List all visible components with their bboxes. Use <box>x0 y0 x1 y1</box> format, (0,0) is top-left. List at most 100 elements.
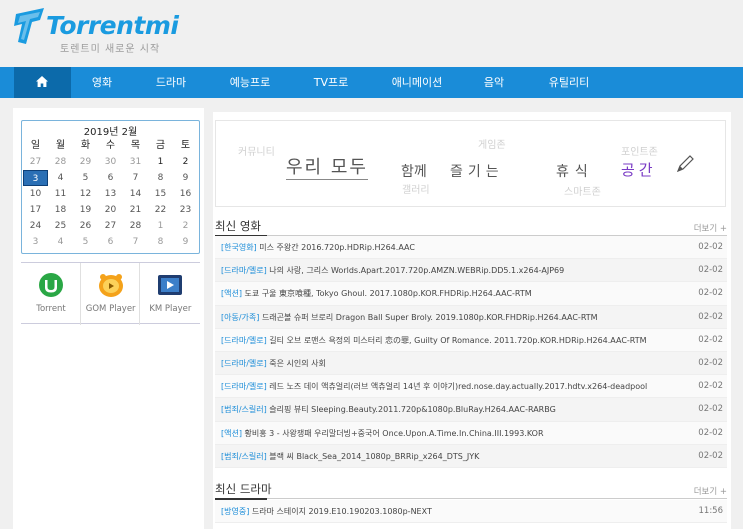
movies-list: [한국영화] 미스 주왕간 2016.720p.HDRip.H264.AAC 02… <box>215 236 727 468</box>
list-item[interactable]: [액션] 황비홍 3 - 사왕쟁패 우리말더빙+중국어 Once.Upon.A.… <box>215 421 727 445</box>
list-item-title[interactable]: [방영중] 드라마 스테이지 2019.E10.190203.1080p-NEX… <box>221 506 432 517</box>
calendar-day[interactable]: 7 <box>123 170 148 186</box>
list-item[interactable]: [아동/가족] 드래곤볼 슈퍼 브로리 Dragon Ball Super Br… <box>215 305 727 329</box>
list-item-title[interactable]: [아동/가족] 드래곤볼 슈퍼 브로리 Dragon Ball Super Br… <box>221 312 598 323</box>
list-item-text: 도쿄 구울 東京喰種, Tokyo Ghoul. 2017.1080p.KOR.… <box>244 289 532 299</box>
calendar-day[interactable]: 6 <box>98 234 123 250</box>
calendar-day[interactable]: 14 <box>123 186 148 202</box>
nav-variety[interactable]: 예능프로 <box>218 67 282 98</box>
list-item-title[interactable]: [액션] 도쿄 구울 東京喰種, Tokyo Ghoul. 2017.1080p… <box>221 288 532 299</box>
calendar-day[interactable]: 21 <box>123 202 148 218</box>
list-item-date: 11:56 <box>698 506 724 516</box>
app-torrent[interactable]: Torrent <box>21 263 81 325</box>
calendar-day[interactable]: 18 <box>48 202 73 218</box>
list-item[interactable]: [액션] 도쿄 구울 東京喰種, Tokyo Ghoul. 2017.1080p… <box>215 282 727 306</box>
site-logo[interactable]: Torrentmi 토렌트미 새로운 시작 <box>14 6 179 58</box>
list-item[interactable]: [한국영화] 미스 주왕간 2016.720p.HDRip.H264.AAC 02… <box>215 236 727 260</box>
list-item-category: [방영중] <box>221 507 250 516</box>
calendar-day[interactable]: 4 <box>48 170 73 186</box>
list-item[interactable]: [방영중] 드라마 스테이지 2019.E10.190203.1080p-NEX… <box>215 500 727 524</box>
calendar-day[interactable]: 19 <box>73 202 98 218</box>
calendar-day[interactable]: 8 <box>148 170 173 186</box>
left-sidebar: 2019년 2월 일 월 화 수 목 금 토 27 28 29 30 31 1 2 3 4 5 6 7… <box>13 108 204 529</box>
nav-music[interactable]: 음악 <box>474 67 514 98</box>
calendar-day[interactable]: 1 <box>148 154 173 170</box>
calendar-day[interactable]: 31 <box>123 154 148 170</box>
calendar-day[interactable]: 8 <box>148 234 173 250</box>
calendar-day[interactable]: 20 <box>98 202 123 218</box>
calendar-day[interactable]: 23 <box>173 202 198 218</box>
calendar-day[interactable]: 9 <box>173 234 198 250</box>
calendar-day[interactable]: 30 <box>98 154 123 170</box>
nav-animation[interactable]: 애니메이션 <box>380 67 454 98</box>
calendar: 2019년 2월 일 월 화 수 목 금 토 27 28 29 30 31 1 2 3 4 5 6 7… <box>21 120 200 254</box>
list-item-title[interactable]: [드라마/멜로] 레드 노즈 데이 액츄얼리(러브 액츄얼리 14년 후 이야기… <box>221 381 647 392</box>
list-item-date: 02-02 <box>698 242 723 252</box>
list-item-title[interactable]: [범죄/스릴러] 슬리핑 뷰티 Sleeping.Beauty.2011.720… <box>221 404 556 415</box>
calendar-day[interactable]: 25 <box>48 218 73 234</box>
calendar-day[interactable]: 28 <box>48 154 73 170</box>
calendar-week: 27 28 29 30 31 1 2 <box>23 154 198 170</box>
nav-tv[interactable]: TV프로 <box>302 67 360 98</box>
list-item-title[interactable]: [드라마/멜로] 나의 사랑, 그리스 Worlds.Apart.2017.72… <box>221 265 564 276</box>
calendar-day[interactable]: 17 <box>23 202 48 218</box>
movies-more-link[interactable]: 더보기 + <box>694 222 727 234</box>
list-item-text: 길티 오브 로맨스 욕정의 미스터리 恋の罪, Guilty Of Romanc… <box>269 335 647 345</box>
nav-movie[interactable]: 영화 <box>79 67 125 98</box>
calendar-week: 3456789 <box>23 170 198 186</box>
dramas-section-header: 최신 드라마 더보기 + <box>215 479 727 500</box>
list-item-text: 미스 주왕간 2016.720p.HDRip.H264.AAC <box>259 243 415 252</box>
calendar-day[interactable]: 2 <box>173 218 198 234</box>
list-item-title[interactable]: [범죄/스릴러] 블랙 씨 Black_Sea_2014_1080p_BRRip… <box>221 451 479 462</box>
calendar-day[interactable]: 3 <box>23 234 48 250</box>
calendar-day[interactable]: 5 <box>73 170 98 186</box>
calendar-day[interactable]: 27 <box>98 218 123 234</box>
app-gom-player[interactable]: GOM Player <box>81 263 141 325</box>
list-item[interactable]: [범죄/스릴러] 블랙 씨 Black_Sea_2014_1080p_BRRip… <box>215 444 727 468</box>
nav-utility[interactable]: 유틸리티 <box>536 67 602 98</box>
calendar-day[interactable]: 28 <box>123 218 148 234</box>
calendar-day[interactable]: 10 <box>23 186 48 202</box>
calendar-day[interactable]: 2 <box>173 154 198 170</box>
list-item[interactable]: [드라마/멜로] 나의 사랑, 그리스 Worlds.Apart.2017.72… <box>215 259 727 283</box>
calendar-day[interactable]: 9 <box>173 170 198 186</box>
list-item[interactable]: [드라마/멜로] 길티 오브 로맨스 욕정의 미스터리 恋の罪, Guilty … <box>215 328 727 352</box>
calendar-day[interactable]: 24 <box>23 218 48 234</box>
list-item-category: [아동/가족] <box>221 312 260 322</box>
calendar-day[interactable]: 16 <box>173 186 198 202</box>
calendar-day[interactable]: 15 <box>148 186 173 202</box>
calendar-day[interactable]: 7 <box>123 234 148 250</box>
nav-home[interactable] <box>14 67 71 98</box>
main-nav: 영화 드라마 예능프로 TV프로 애니메이션 음악 유틸리티 <box>0 67 743 98</box>
list-item-title[interactable]: [한국영화] 미스 주왕간 2016.720p.HDRip.H264.AAC <box>221 242 415 253</box>
calendar-day[interactable]: 4 <box>48 234 73 250</box>
calendar-day[interactable]: 11 <box>48 186 73 202</box>
site-name: Torrentmi <box>46 11 179 40</box>
calendar-day[interactable]: 27 <box>23 154 48 170</box>
list-item-title[interactable]: [액션] 황비홍 3 - 사왕쟁패 우리말더빙+중국어 Once.Upon.A.… <box>221 428 544 439</box>
list-item-category: [드라마/멜로] <box>221 266 267 276</box>
list-item-title[interactable]: [드라마/멜로] 죽은 시인의 사회 <box>221 358 326 369</box>
weekday: 목 <box>130 140 141 151</box>
community-banner[interactable]: 커뮤니티 우리 모두 함께 즐기는 휴식 공간 게임존 갤러리 포인트존 스마트… <box>215 120 726 207</box>
calendar-title: 2019년 2월 <box>83 127 138 138</box>
calendar-day[interactable]: 6 <box>98 170 123 186</box>
list-item-text: 블랙 씨 Black_Sea_2014_1080p_BRRip_x264_DTS… <box>269 451 480 461</box>
calendar-day[interactable]: 1 <box>148 218 173 234</box>
calendar-day[interactable]: 3 <box>23 170 48 186</box>
calendar-day[interactable]: 13 <box>98 186 123 202</box>
nav-drama[interactable]: 드라마 <box>145 67 197 98</box>
calendar-day[interactable]: 5 <box>73 234 98 250</box>
app-shortcuts: Torrent GOM Player KM Player <box>21 262 200 325</box>
list-item[interactable]: [드라마/멜로] 레드 노즈 데이 액츄얼리(러브 액츄얼리 14년 후 이야기… <box>215 375 727 399</box>
banner-word-gallery: 갤러리 <box>402 185 430 196</box>
app-km-player[interactable]: KM Player <box>140 263 200 325</box>
calendar-day[interactable]: 12 <box>73 186 98 202</box>
dramas-more-link[interactable]: 더보기 + <box>694 485 727 497</box>
calendar-day[interactable]: 22 <box>148 202 173 218</box>
list-item-title[interactable]: [드라마/멜로] 길티 오브 로맨스 욕정의 미스터리 恋の罪, Guilty … <box>221 335 647 346</box>
calendar-day[interactable]: 26 <box>73 218 98 234</box>
list-item[interactable]: [범죄/스릴러] 슬리핑 뷰티 Sleeping.Beauty.2011.720… <box>215 398 727 422</box>
list-item[interactable]: [드라마/멜로] 죽은 시인의 사회 02-02 <box>215 351 727 376</box>
calendar-day[interactable]: 29 <box>73 154 98 170</box>
